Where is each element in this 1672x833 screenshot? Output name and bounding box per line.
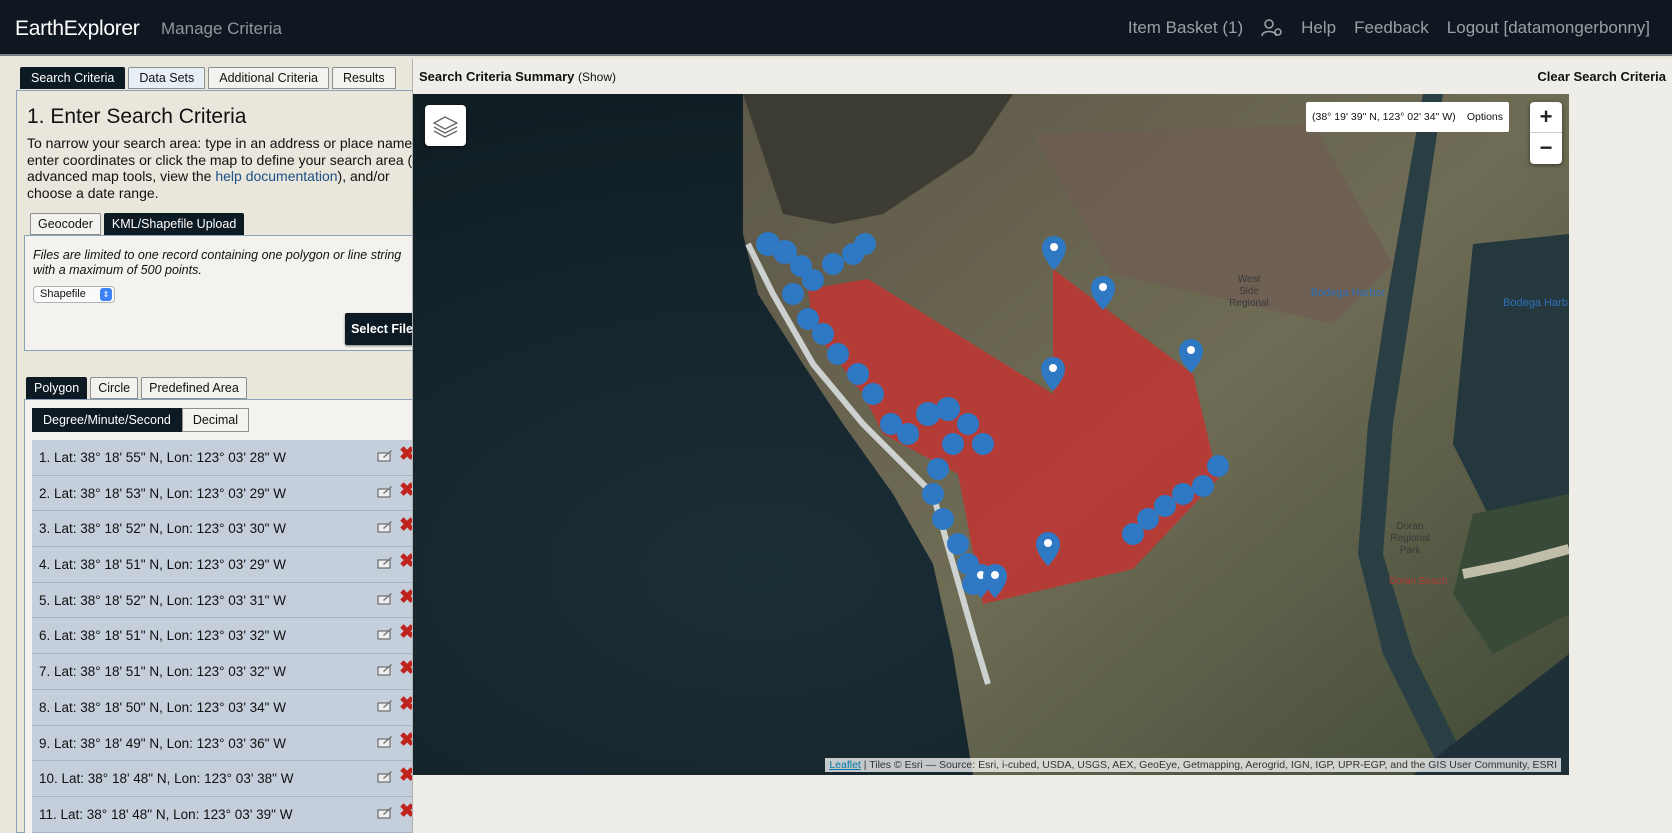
coordinate-row: 4. Lat: 38° 18' 51" N, Lon: 123° 03' 29"…	[32, 547, 421, 583]
satellite-map[interactable]: West Side Regional Bodega Harbor Bodega Ha…	[413, 94, 1569, 775]
shape-tabs: Polygon Circle Predefined Area	[26, 377, 247, 399]
top-header: EarthExplorer Manage Criteria Item Baske…	[0, 0, 1672, 56]
cursor-coordinates: (38° 19' 39" N, 123° 02' 34" W)	[1312, 111, 1456, 123]
edit-icon[interactable]	[377, 806, 393, 820]
tab-search-criteria[interactable]: Search Criteria	[20, 67, 126, 89]
coordinate-row: 5. Lat: 38° 18' 52" N, Lon: 123° 03' 31"…	[32, 582, 421, 619]
select-file-button[interactable]: Select File	[345, 313, 419, 345]
select-arrows-icon: ⇕	[100, 288, 112, 301]
map-label-bodega-harb: Bodega Harb	[1503, 297, 1568, 309]
edit-icon[interactable]	[377, 520, 393, 534]
coordinate-row: 3. Lat: 38° 18' 52" N, Lon: 123° 03' 30"…	[32, 511, 421, 548]
layers-icon	[432, 116, 459, 138]
edit-icon[interactable]	[377, 663, 393, 677]
left-panel: Search Criteria Data Sets Additional Cri…	[0, 56, 440, 833]
coordinate-text: 1. Lat: 38° 18' 55" N, Lon: 123° 03' 28"…	[39, 450, 286, 465]
upload-note: Files are limited to one record containi…	[33, 248, 402, 277]
map-panel: Search Criteria Summary (Show) Clear Sea…	[412, 59, 1672, 833]
zoom-out-button[interactable]: −	[1530, 133, 1562, 164]
summary-show-link[interactable]: (Show)	[578, 70, 616, 84]
coordinate-row: 8. Lat: 38° 18' 50" N, Lon: 123° 03' 34"…	[32, 689, 421, 726]
edit-icon[interactable]	[377, 735, 393, 749]
tab-kml-shapefile-upload[interactable]: KML/Shapefile Upload	[103, 213, 245, 235]
tab-predefined-area[interactable]: Predefined Area	[141, 377, 247, 399]
attribution-text: | Tiles © Esri — Source: Esri, i-cubed, …	[860, 759, 1557, 771]
app-logo[interactable]: EarthExplorer	[15, 17, 140, 41]
coordinate-text: 6. Lat: 38° 18' 51" N, Lon: 123° 03' 32"…	[39, 628, 286, 644]
coordinate-row: 2. Lat: 38° 18' 53" N, Lon: 123° 03' 29"…	[32, 475, 421, 512]
search-criteria-summary: Search Criteria Summary (Show)	[419, 69, 616, 84]
header-nav: Item Basket (1) Help Feedback Logout [da…	[1128, 18, 1650, 38]
map-label-doran-beach: Doran Beach	[1389, 576, 1447, 587]
coordinate-text: 3. Lat: 38° 18' 52" N, Lon: 123° 03' 30"…	[39, 521, 286, 537]
coordinate-text: 11. Lat: 38° 18' 48" N, Lon: 123° 03' 39…	[39, 806, 293, 822]
zoom-in-button[interactable]: +	[1530, 102, 1562, 133]
coordinate-text: 5. Lat: 38° 18' 52" N, Lon: 123° 03' 31"…	[39, 592, 286, 608]
layers-button[interactable]	[425, 105, 466, 146]
format-dms-button[interactable]: Degree/Minute/Second	[32, 408, 182, 432]
coordinate-row: 10. Lat: 38° 18' 48" N, Lon: 123° 03' 38…	[32, 761, 421, 797]
area-input-tabs: Geocoder KML/Shapefile Upload	[30, 213, 245, 235]
coordinate-format-toggle: Degree/Minute/Second Decimal	[32, 408, 250, 432]
coordinate-row: 6. Lat: 38° 18' 51" N, Lon: 123° 03' 32"…	[32, 618, 421, 655]
upload-box: Files are limited to one record containi…	[24, 235, 428, 351]
cursor-coordinate-readout: (38° 19' 39" N, 123° 02' 34" W) Options	[1306, 102, 1509, 132]
edit-icon[interactable]	[377, 449, 393, 463]
tab-geocoder[interactable]: Geocoder	[30, 213, 101, 235]
map-label-bodega-harbor: Bodega Harbor	[1311, 287, 1386, 299]
tab-data-sets[interactable]: Data Sets	[128, 67, 206, 89]
edit-icon[interactable]	[377, 627, 393, 641]
coordinate-text: 4. Lat: 38° 18' 51" N, Lon: 123° 03' 29"…	[39, 557, 286, 573]
leaflet-link[interactable]: Leaflet	[829, 759, 861, 771]
map-view[interactable]: West Side Regional Bodega Harbor Bodega Ha…	[413, 94, 1569, 775]
summary-title: Search Criteria Summary	[419, 69, 575, 84]
options-button[interactable]: Options	[1467, 102, 1503, 132]
coordinate-row: 9. Lat: 38° 18' 49" N, Lon: 123° 03' 36"…	[32, 725, 421, 762]
coordinate-text: 9. Lat: 38° 18' 49" N, Lon: 123° 03' 36"…	[39, 735, 286, 751]
manage-criteria-link[interactable]: Manage Criteria	[161, 19, 282, 39]
clear-search-criteria-button[interactable]: Clear Search Criteria	[1537, 69, 1666, 84]
help-link[interactable]: Help	[1301, 18, 1336, 38]
zoom-control: + −	[1530, 102, 1562, 164]
format-decimal-button[interactable]: Decimal	[181, 408, 250, 432]
user-settings-icon[interactable]	[1261, 18, 1283, 38]
coordinate-text: 2. Lat: 38° 18' 53" N, Lon: 123° 03' 29"…	[39, 485, 286, 501]
file-type-select[interactable]: Shapefile ⇕	[33, 286, 115, 303]
tab-additional-criteria[interactable]: Additional Criteria	[208, 67, 329, 89]
item-basket-link[interactable]: Item Basket (1)	[1128, 18, 1243, 38]
coordinate-text: 10. Lat: 38° 18' 48" N, Lon: 123° 03' 38…	[39, 771, 294, 787]
coordinate-text: 8. Lat: 38° 18' 50" N, Lon: 123° 03' 34"…	[39, 699, 286, 715]
edit-icon[interactable]	[377, 699, 393, 713]
help-documentation-link[interactable]: help documentation	[215, 168, 337, 184]
search-intro: To narrow your search area: type in an a…	[27, 135, 432, 201]
edit-icon[interactable]	[377, 485, 393, 499]
search-criteria-panel: 1. Enter Search Criteria To narrow your …	[16, 90, 434, 833]
edit-icon[interactable]	[377, 770, 393, 784]
map-attribution: Leaflet | Tiles © Esri — Source: Esri, i…	[825, 758, 1561, 772]
tab-results[interactable]: Results	[331, 67, 396, 89]
edit-icon[interactable]	[377, 556, 393, 570]
coordinate-row: 7. Lat: 38° 18' 51" N, Lon: 123° 03' 32"…	[32, 654, 421, 690]
polygon-box: Degree/Minute/Second Decimal 1. Lat: 38°…	[24, 399, 428, 833]
coordinate-row: 11. Lat: 38° 18' 48" N, Lon: 123° 03' 39…	[32, 796, 421, 833]
coordinate-text: 7. Lat: 38° 18' 51" N, Lon: 123° 03' 32"…	[39, 664, 286, 680]
page-title: 1. Enter Search Criteria	[27, 105, 247, 128]
coordinate-list: 1. Lat: 38° 18' 55" N, Lon: 123° 03' 28"…	[32, 440, 421, 833]
tab-circle[interactable]: Circle	[90, 377, 139, 399]
feedback-link[interactable]: Feedback	[1354, 18, 1429, 38]
tab-polygon[interactable]: Polygon	[26, 377, 88, 399]
edit-icon[interactable]	[377, 592, 393, 606]
coordinate-row: 1. Lat: 38° 18' 55" N, Lon: 123° 03' 28"…	[32, 440, 421, 476]
file-type-value: Shapefile	[40, 288, 86, 300]
logout-link[interactable]: Logout [datamongerbonny]	[1447, 18, 1650, 38]
main-tabs: Search Criteria Data Sets Additional Cri…	[20, 67, 396, 89]
